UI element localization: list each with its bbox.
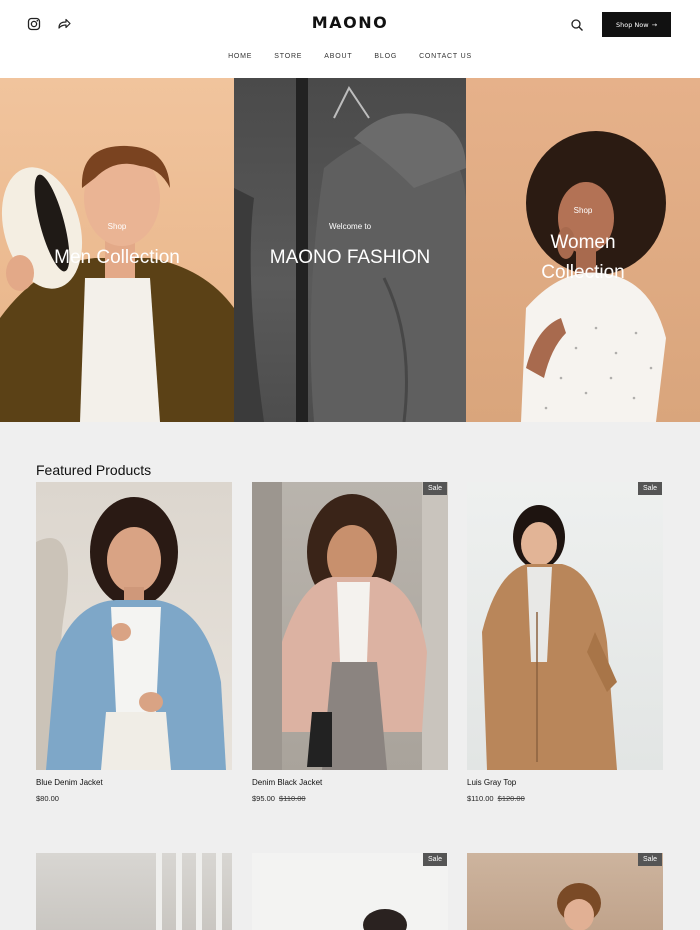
hero-center-panel: Welcome to MAONO FASHION xyxy=(234,78,466,422)
product-name[interactable]: Luis Gray Top xyxy=(467,778,516,787)
product-price: $110.00 $120.00 xyxy=(467,794,525,803)
nav-blog[interactable]: BLOG xyxy=(374,53,397,60)
hero-men-title[interactable]: Men Collection xyxy=(0,243,234,272)
hero-center-title: MAONO FASHION xyxy=(269,247,431,268)
price-current: $80.00 xyxy=(36,794,59,803)
featured-products-heading: Featured Products xyxy=(36,462,152,478)
search-icon[interactable] xyxy=(570,17,584,31)
product-image[interactable] xyxy=(36,482,232,770)
product-image[interactable]: Sale xyxy=(467,482,663,770)
nav-store[interactable]: STORE xyxy=(274,53,302,60)
arrow-right-icon: → xyxy=(651,20,658,29)
product-price: $80.00 xyxy=(36,794,59,803)
product-card[interactable]: Blue Denim Jacket $80.00 xyxy=(36,482,232,803)
sale-badge: Sale xyxy=(637,853,662,866)
site-header: MAONO Shop Now → HOME STORE ABOUT BLOG C… xyxy=(0,0,700,78)
price-original: $120.00 xyxy=(497,794,525,803)
sale-badge: Sale xyxy=(422,853,447,866)
product-card[interactable]: Sale xyxy=(467,853,663,930)
product-image[interactable]: Sale xyxy=(252,482,448,770)
product-image[interactable] xyxy=(36,853,232,930)
product-image[interactable]: Sale xyxy=(467,853,663,930)
product-name[interactable]: Blue Denim Jacket xyxy=(36,778,103,787)
nav-contact-us[interactable]: CONTACT US xyxy=(419,53,472,60)
hero-banner: Shop Men Collection Welcome to MAONO FAS… xyxy=(0,78,700,422)
main-nav: HOME STORE ABOUT BLOG CONTACT US xyxy=(0,53,700,60)
site-logo[interactable]: MAONO xyxy=(0,13,700,32)
product-card[interactable]: Sale Luis Gray Top $110.00 $120.00 xyxy=(467,482,663,803)
hero-men-panel[interactable]: Shop Men Collection xyxy=(0,78,234,422)
sale-badge: Sale xyxy=(422,482,447,495)
product-price: $95.00 $110.00 xyxy=(252,794,306,803)
product-card[interactable]: Sale Denim Black Jacket $95.00 $110.00 xyxy=(252,482,448,803)
hero-women-title-line2[interactable]: Collection xyxy=(466,258,700,287)
product-card[interactable]: Sale xyxy=(252,853,448,930)
shop-now-label: Shop Now xyxy=(615,20,649,29)
hero-women-kicker: Shop xyxy=(573,206,593,215)
product-name[interactable]: Denim Black Jacket xyxy=(252,778,322,787)
product-image[interactable]: Sale xyxy=(252,853,448,930)
hero-center-kicker: Welcome to xyxy=(328,222,372,231)
price-current: $95.00 xyxy=(252,794,275,803)
hero-women-panel[interactable]: Shop Women Collection xyxy=(466,78,700,422)
nav-home[interactable]: HOME xyxy=(228,53,252,60)
product-card[interactable] xyxy=(36,853,232,930)
shop-now-button[interactable]: Shop Now → xyxy=(602,12,671,37)
nav-about[interactable]: ABOUT xyxy=(324,53,352,60)
price-original: $110.00 xyxy=(279,794,306,803)
price-current: $110.00 xyxy=(467,794,494,803)
sale-badge: Sale xyxy=(637,482,662,495)
hero-women-title-line1[interactable]: Women xyxy=(466,228,700,257)
hero-men-kicker: Shop xyxy=(107,222,127,231)
